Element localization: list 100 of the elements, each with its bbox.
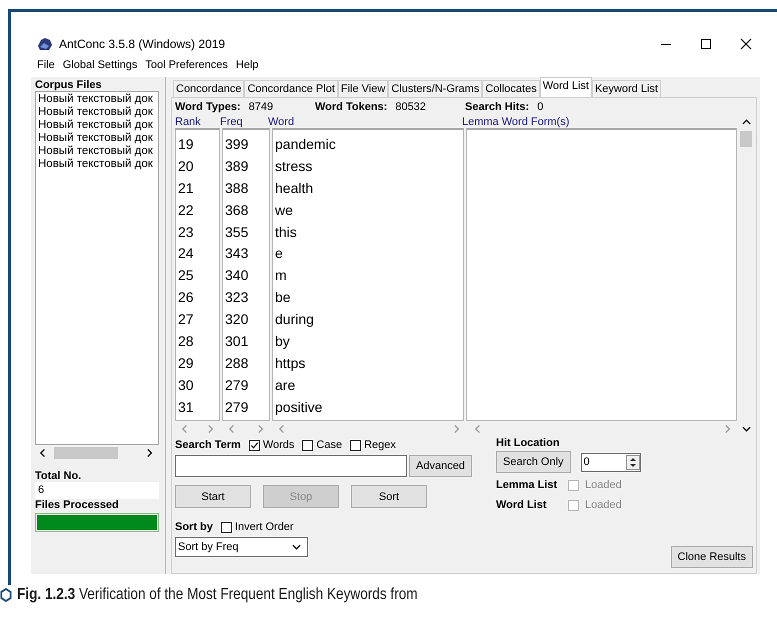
word-cell[interactable]: are bbox=[275, 374, 461, 397]
list-label: Word List bbox=[496, 499, 548, 511]
word-cell[interactable]: be bbox=[275, 287, 461, 310]
hexagon-icon bbox=[0, 588, 12, 602]
corpus-files-label: Corpus Files bbox=[35, 79, 103, 91]
word-cell[interactable]: positive bbox=[275, 396, 461, 419]
column-header[interactable]: Lemma Word Form(s) bbox=[462, 116, 570, 128]
freq-cell-text: 320 bbox=[225, 310, 250, 330]
column-header[interactable]: Freq bbox=[220, 116, 268, 128]
sort-dropdown[interactable]: Sort by Freq bbox=[175, 537, 308, 557]
freq-cell-text: 368 bbox=[225, 200, 250, 220]
tab[interactable]: File View bbox=[338, 80, 388, 97]
corpus-file-item[interactable]: Новый текстовый док bbox=[38, 119, 156, 132]
freq-cell-text: 389 bbox=[225, 156, 250, 176]
scrollbar-thumb[interactable] bbox=[54, 447, 118, 459]
tab[interactable]: Keyword List bbox=[592, 80, 661, 97]
tab[interactable]: Concordance Plot bbox=[244, 80, 338, 97]
word-cell[interactable]: e bbox=[275, 243, 461, 266]
maximize-icon[interactable] bbox=[700, 38, 712, 50]
checkbox[interactable] bbox=[248, 440, 260, 450]
rank-cell-text: 23 bbox=[178, 222, 195, 242]
stat-value: 80532 bbox=[395, 101, 426, 113]
list-label: Lemma List bbox=[496, 479, 558, 491]
loaded-label: Loaded bbox=[585, 499, 622, 511]
sort-by-label: Sort by bbox=[175, 521, 213, 533]
word-cell[interactable]: during bbox=[275, 309, 461, 332]
menu-item[interactable]: Help bbox=[236, 59, 259, 75]
spin-arrows-icon[interactable] bbox=[626, 454, 640, 470]
word-cell[interactable]: this bbox=[275, 222, 461, 244]
word-cell[interactable]: we bbox=[275, 200, 461, 222]
loaded-label: Loaded bbox=[585, 479, 622, 491]
checkbox[interactable] bbox=[350, 440, 362, 450]
tab[interactable]: Word List bbox=[540, 77, 592, 97]
scroll-left-icon[interactable] bbox=[39, 448, 48, 458]
hit-location-spinner[interactable]: 0 bbox=[580, 452, 641, 472]
freq-cell-text: 288 bbox=[225, 354, 250, 373]
advanced-button[interactable]: Advanced bbox=[409, 455, 472, 477]
word-cell[interactable]: stress bbox=[275, 156, 461, 178]
menu-item[interactable]: File bbox=[37, 59, 55, 75]
figure-caption: Fig. 1.2.3 Verification of the Most Frequent English Keywords from bbox=[17, 586, 418, 604]
tab[interactable]: Clusters/N-Grams bbox=[388, 80, 482, 97]
stat-label: Word Tokens: bbox=[315, 101, 388, 113]
freq-cell-text: 388 bbox=[225, 178, 250, 198]
corpus-file-item[interactable]: Новый текстовый док bbox=[38, 93, 156, 106]
stat-value: 0 bbox=[537, 101, 544, 113]
scroll-right-icon[interactable] bbox=[146, 448, 155, 458]
files-processed-label: Files Processed bbox=[35, 499, 120, 511]
rank-cell-text: 27 bbox=[178, 310, 195, 330]
freq-cell-text: 279 bbox=[225, 398, 250, 417]
close-icon[interactable] bbox=[740, 38, 752, 50]
corpus-file-item[interactable]: Новый текстовый док bbox=[38, 106, 156, 119]
rank-cell-text: 26 bbox=[178, 288, 195, 308]
action-button[interactable]: Start bbox=[175, 485, 251, 508]
word-cell[interactable]: health bbox=[275, 178, 461, 200]
window-title: AntConc 3.5.8 (Windows) 2019 bbox=[59, 37, 226, 51]
corpus-file-item[interactable]: Новый текстовый док bbox=[38, 132, 156, 145]
rank-cell-text: 24 bbox=[178, 244, 195, 264]
word-cell[interactable]: m bbox=[275, 265, 461, 288]
total-no-label: Total No. bbox=[35, 470, 82, 482]
corpus-file-item[interactable]: Новый текстовый док bbox=[38, 158, 156, 171]
freq-cell-text: 323 bbox=[225, 288, 250, 308]
caret-icon[interactable] bbox=[292, 542, 301, 552]
checkbox-label: Case bbox=[316, 439, 342, 451]
rank-cell-text: 30 bbox=[178, 376, 195, 395]
freq-cell-text: 301 bbox=[225, 332, 250, 352]
checkbox-label: Invert Order bbox=[234, 521, 294, 533]
menu-item[interactable]: Tool Preferences bbox=[145, 59, 228, 75]
tab[interactable]: Concordance bbox=[173, 80, 244, 97]
hit-location-label: Hit Location bbox=[496, 437, 561, 449]
freq-cell-text: 340 bbox=[225, 266, 250, 286]
tab[interactable]: Collocates bbox=[482, 80, 540, 97]
checkbox[interactable] bbox=[302, 440, 314, 450]
checkbox[interactable] bbox=[220, 522, 232, 532]
rank-cell-text: 20 bbox=[178, 156, 195, 176]
column-header[interactable]: Word bbox=[268, 116, 462, 128]
freq-cell-text: 279 bbox=[225, 376, 250, 395]
rank-cell-text: 22 bbox=[178, 200, 195, 220]
menu-item[interactable]: Global Settings bbox=[62, 59, 138, 75]
checkbox-label: Words bbox=[262, 439, 294, 451]
word-cell[interactable]: https bbox=[275, 352, 461, 375]
total-no-field: 6 bbox=[35, 482, 159, 499]
freq-cell-text: 343 bbox=[225, 244, 250, 264]
search-term-field[interactable] bbox=[175, 455, 407, 477]
word-cell[interactable]: pandemic bbox=[275, 134, 461, 156]
rank-cell-text: 19 bbox=[178, 135, 195, 154]
freq-cell-text: 399 bbox=[225, 135, 250, 154]
search-only-button[interactable]: Search Only bbox=[496, 451, 571, 473]
column-header[interactable]: Rank bbox=[175, 116, 220, 128]
action-button[interactable]: Sort bbox=[351, 485, 427, 508]
checkbox-label: Regex bbox=[364, 439, 396, 451]
stat-label: Search Hits: bbox=[465, 101, 530, 113]
rank-cell-text: 28 bbox=[178, 332, 195, 352]
app-icon bbox=[37, 37, 53, 51]
scroll-down-icon[interactable] bbox=[742, 424, 750, 434]
clone-results-button[interactable]: Clone Results bbox=[670, 546, 753, 568]
corpus-file-item[interactable]: Новый текстовый док bbox=[38, 145, 156, 158]
scrollbar-thumb[interactable] bbox=[740, 131, 752, 147]
word-cell[interactable]: by bbox=[275, 331, 461, 353]
stat-label: Word Types: bbox=[175, 101, 241, 113]
rank-cell-text: 25 bbox=[178, 266, 195, 286]
